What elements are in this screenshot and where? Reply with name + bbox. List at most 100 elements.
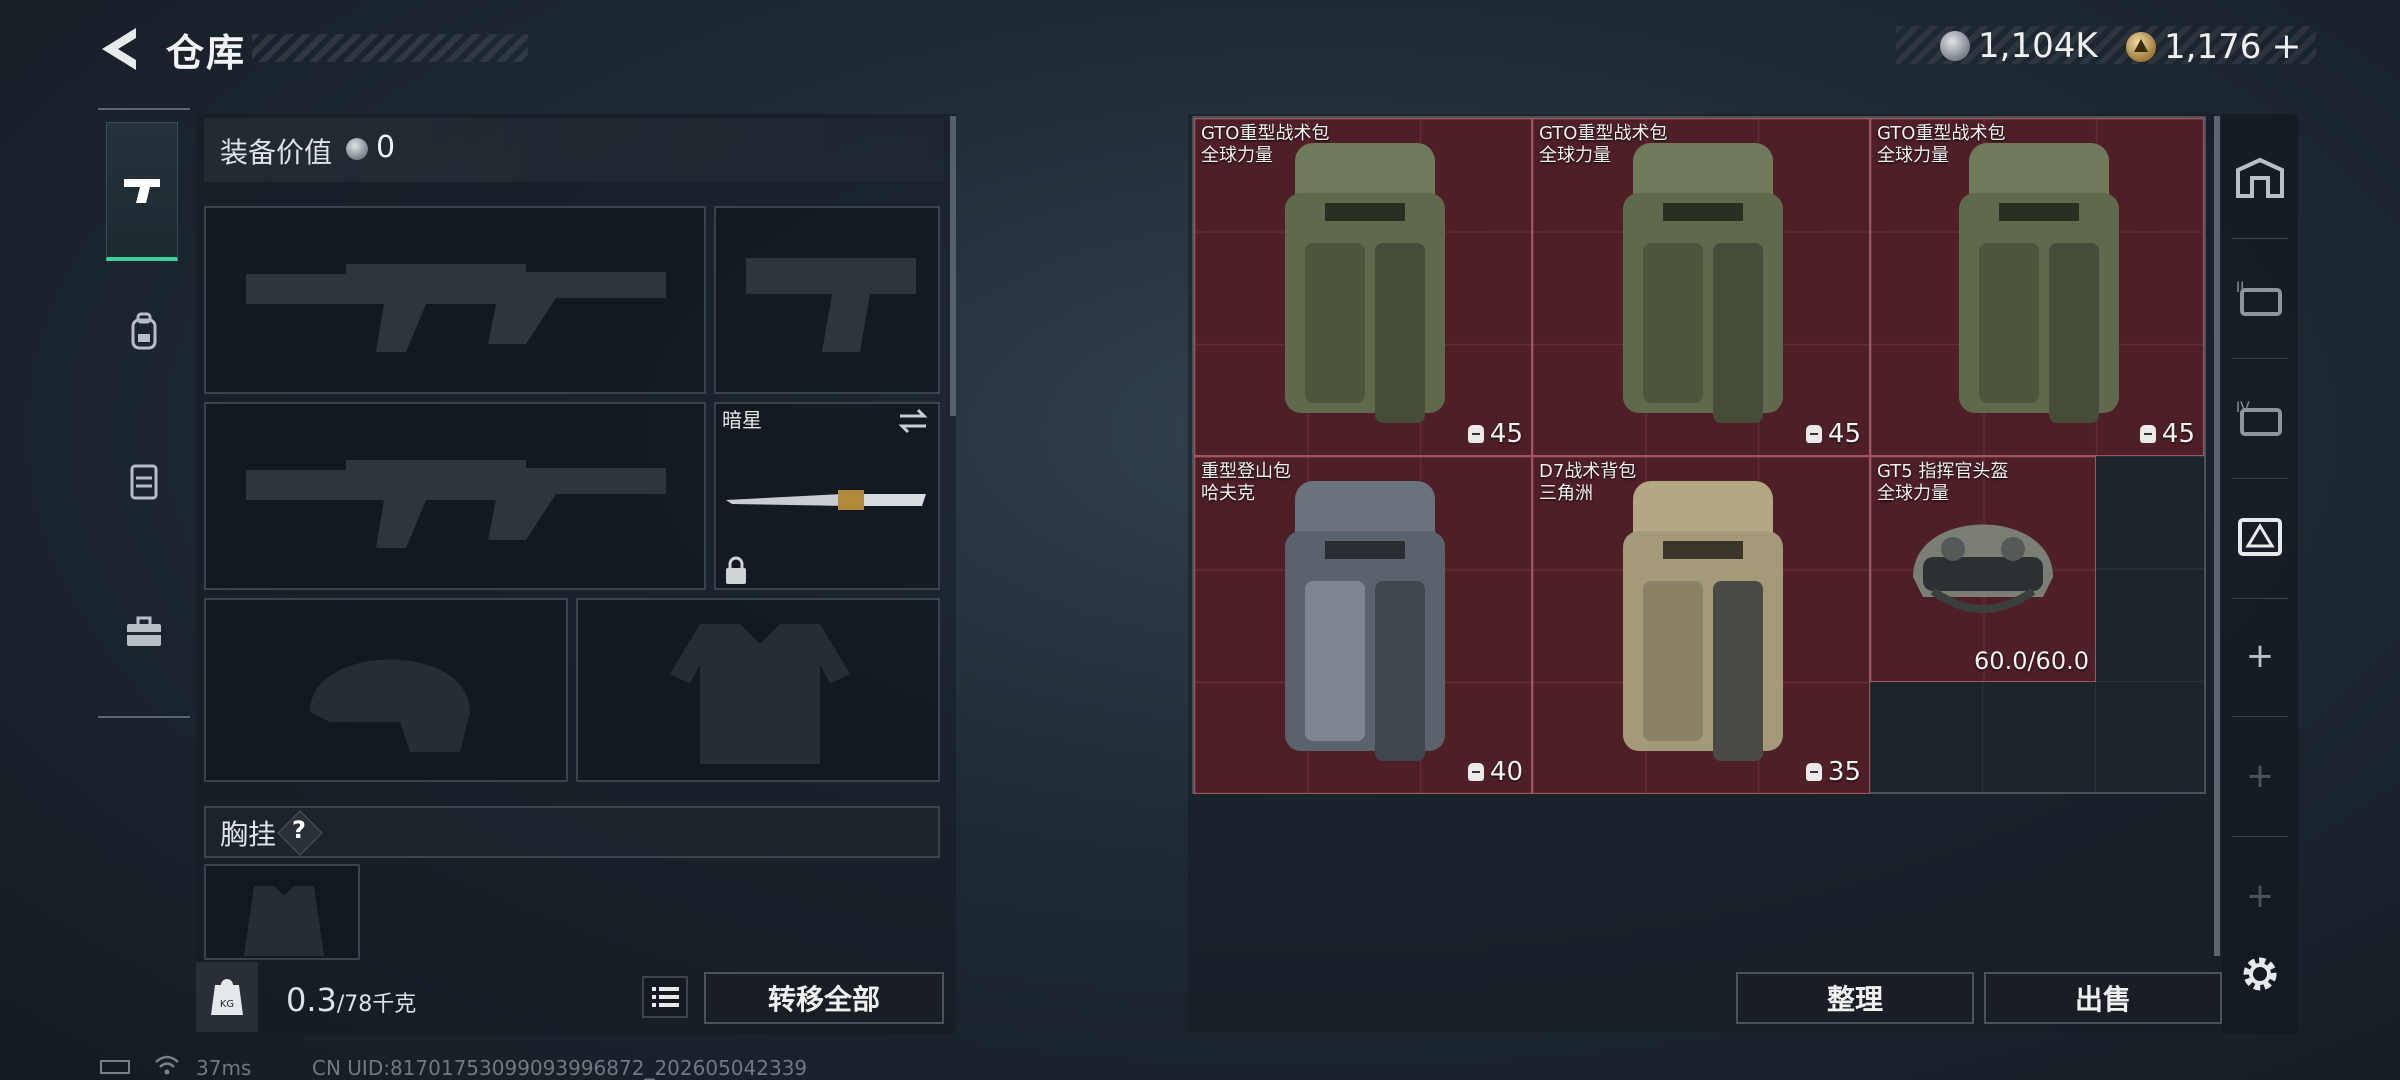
chest-rig-label: 胸挂 xyxy=(220,818,277,851)
chest-rig-silhouette-icon xyxy=(244,886,324,956)
storage-item[interactable]: 重型登山包 哈夫克 40 xyxy=(1194,456,1532,794)
backpack-icon xyxy=(131,312,157,350)
help-icon[interactable]: ? xyxy=(292,816,306,844)
sidearm-slot[interactable] xyxy=(714,206,940,394)
list-view-button[interactable] xyxy=(642,976,688,1018)
storage-item[interactable]: GTO重型战术包 全球力量 45 xyxy=(1870,118,2204,456)
item-capacity: 45 xyxy=(2161,419,2195,449)
item-name-line1: GTO重型战术包 xyxy=(1201,123,1330,144)
rail-divider xyxy=(2232,836,2288,837)
svg-text:KG: KG xyxy=(220,999,234,1010)
container-tab-ii-active[interactable] xyxy=(2232,508,2288,564)
capacity-icon xyxy=(2139,425,2156,443)
storage-scrollbar[interactable] xyxy=(2214,116,2220,956)
weight-current: 0.3 xyxy=(286,981,337,1019)
backpack-item-icon xyxy=(1959,143,2119,423)
melee-item-name: 暗星 xyxy=(722,408,762,432)
item-name-line2: 全球力量 xyxy=(1201,145,1273,166)
item-capacity: 35 xyxy=(1827,757,1861,787)
rail-divider xyxy=(2232,598,2288,599)
item-name-line1: D7战术背包 xyxy=(1539,461,1637,482)
case-ii-triangle-icon xyxy=(2238,518,2282,556)
battery-icon xyxy=(100,1060,130,1074)
category-weapons[interactable] xyxy=(106,122,178,261)
helmet-silhouette-icon xyxy=(310,659,470,752)
currency-silver-amount: 1,104K xyxy=(1978,26,2098,66)
settings-button[interactable] xyxy=(2236,950,2284,998)
silver-coin-icon xyxy=(1940,31,1970,61)
capacity-icon xyxy=(1805,425,1822,443)
weight-icon: KG xyxy=(211,979,243,1015)
category-tools[interactable] xyxy=(108,596,180,668)
pistol-silhouette-icon xyxy=(746,258,916,352)
item-name-line2: 哈夫克 xyxy=(1201,483,1255,504)
helmet-slot[interactable] xyxy=(204,598,568,782)
weight-readout: 0.3/78千克 xyxy=(286,981,416,1019)
storage-item[interactable]: GTO重型战术包 全球力量 45 xyxy=(1532,118,1870,456)
back-button[interactable] xyxy=(96,24,142,74)
gold-coin-icon xyxy=(2126,31,2156,62)
category-backpack[interactable] xyxy=(108,296,180,368)
capacity-icon xyxy=(1467,763,1484,781)
item-name-line2: 全球力量 xyxy=(1877,483,1949,504)
knife-icon xyxy=(726,490,926,510)
currency-silver[interactable]: 1,104K xyxy=(1940,26,2098,66)
item-name-line2: 三角洲 xyxy=(1539,483,1593,504)
secondary-weapon-slot[interactable] xyxy=(204,402,706,590)
add-container-button[interactable]: + xyxy=(2232,628,2288,684)
sort-button[interactable]: 整理 xyxy=(1736,972,1974,1024)
weight-max: /78千克 xyxy=(336,992,417,1017)
vest-icon xyxy=(130,464,158,500)
gear-icon xyxy=(2243,957,2277,991)
add-container-button-locked[interactable]: + xyxy=(2232,868,2288,924)
storage-item[interactable]: GTO重型战术包 全球力量 45 xyxy=(1194,118,1532,456)
currency-gold[interactable]: 1,176 + xyxy=(2126,26,2302,67)
chest-rig-slot[interactable] xyxy=(204,864,360,960)
primary-weapon-slot[interactable] xyxy=(204,206,706,394)
rail-divider xyxy=(2232,716,2288,717)
capacity-icon xyxy=(1805,763,1822,781)
backpack-item-icon xyxy=(1285,143,1445,423)
item-name-line2: 全球力量 xyxy=(1539,145,1611,166)
pistol-icon xyxy=(124,179,160,203)
plus-icon: + xyxy=(2245,756,2275,796)
rifle-silhouette-icon xyxy=(246,264,666,352)
storage-item[interactable]: GT5 指挥官头盔 全球力量 60.0/60.0 xyxy=(1870,456,2096,682)
item-capacity: 45 xyxy=(1489,419,1523,449)
plus-icon: + xyxy=(2245,876,2275,916)
equipment-scrollbar[interactable] xyxy=(950,116,956,416)
equipment-value-label: 装备价值 xyxy=(220,136,333,169)
case-iv-icon: IV xyxy=(2236,400,2282,436)
title-decoration xyxy=(252,34,528,62)
capacity-icon xyxy=(1467,425,1484,443)
swap-button[interactable] xyxy=(896,406,930,436)
item-capacity: 45 xyxy=(1827,419,1861,449)
rifle-silhouette-icon xyxy=(246,460,666,548)
ping-readout: 37ms xyxy=(196,1056,252,1080)
armor-slot[interactable] xyxy=(576,598,940,782)
item-capacity: 40 xyxy=(1489,757,1523,787)
container-tab-ii[interactable]: II xyxy=(2232,270,2288,326)
category-vest[interactable] xyxy=(108,446,180,518)
equipment-value: 0 xyxy=(376,130,396,165)
item-name-line2: 全球力量 xyxy=(1877,145,1949,166)
add-currency-button[interactable]: + xyxy=(2271,26,2301,67)
sell-button[interactable]: 出售 xyxy=(1984,972,2222,1024)
lock-icon xyxy=(724,556,748,586)
backpack-item-icon xyxy=(1285,481,1445,761)
item-name-line1: GTO重型战术包 xyxy=(1539,123,1668,144)
backpack-item-icon xyxy=(1623,481,1783,761)
uid-readout: CN UID:81701753099093996872_202605042339 xyxy=(312,1056,808,1080)
silver-coin-icon xyxy=(346,138,368,160)
add-container-button-locked[interactable]: + xyxy=(2232,748,2288,804)
item-durability: 60.0/60.0 xyxy=(1974,647,2089,675)
rail-divider xyxy=(2232,238,2288,239)
item-name-line1: GTO重型战术包 xyxy=(1877,123,2006,144)
storage-item[interactable]: D7战术背包 三角洲 35 xyxy=(1532,456,1870,794)
container-tab-home[interactable] xyxy=(2232,150,2288,206)
storage-grid: GTO重型战术包 全球力量 45 GTO重型战术包 全球力量 45 GTO重型战术包… xyxy=(1192,116,2206,794)
transfer-all-button[interactable]: 转移全部 xyxy=(704,972,944,1024)
swap-arrows-icon xyxy=(898,408,928,434)
rail-divider xyxy=(2232,478,2288,479)
container-tab-iv[interactable]: IV xyxy=(2232,390,2288,446)
